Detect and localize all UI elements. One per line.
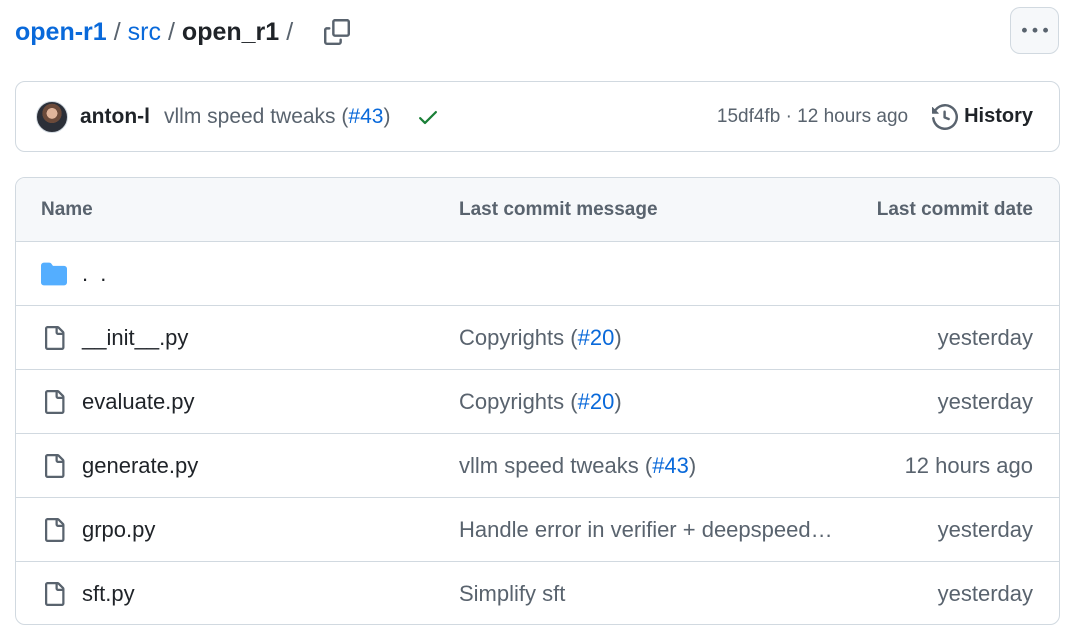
file-commit-message[interactable]: vllm speed tweaks (#43) [459,453,696,479]
breadcrumb-current: open_r1 [181,17,280,46]
file-commit-message[interactable]: Copyrights (#20) [459,325,622,351]
column-header-message: Last commit message [459,198,658,220]
history-icon [932,103,959,130]
table-row[interactable]: grpo.py Handle error in verifier + deeps… [16,498,1059,562]
folder-icon [41,261,67,287]
file-icon [41,389,67,415]
file-commit-date: yesterday [937,324,1033,350]
breadcrumb: open-r1 / src / open_r1 / [15,12,354,52]
column-header-date: Last commit date [876,198,1033,220]
commit-message-suffix: ) [383,104,391,128]
latest-commit-bar: anton-l vllm speed tweaks (#43) 15df4fb … [15,81,1060,152]
file-commit-pr-link[interactable]: #43 [652,453,689,478]
commit-sha-link[interactable]: 15df4fb [717,106,780,127]
meta-separator: · [785,105,792,127]
commit-author-link[interactable]: anton-l [80,105,150,129]
breadcrumb-repo-link[interactable]: open-r1 [15,18,107,47]
file-commit-suffix: ) [688,452,697,478]
file-commit-message[interactable]: Handle error in verifier + deepspeed… [459,517,833,543]
parent-directory-row[interactable]: . . [16,242,1059,306]
file-commit-text: Handle error in verifier + deepspeed… [459,516,833,542]
file-icon [41,517,67,543]
file-icon [41,325,67,351]
table-row[interactable]: evaluate.py Copyrights (#20) yesterday [16,370,1059,434]
file-commit-message[interactable]: Copyrights (#20) [459,389,622,415]
file-commit-date: yesterday [937,516,1033,542]
history-label: History [964,105,1033,127]
file-commit-date: yesterday [937,388,1033,414]
more-options-button[interactable] [1010,7,1059,54]
file-commit-text: Copyrights ( [459,324,578,350]
file-commit-date: yesterday [937,581,1033,606]
breadcrumb-src-link[interactable]: src [128,18,161,47]
file-commit-text: Simplify sft [459,581,566,606]
file-commit-suffix: ) [614,388,622,414]
file-table: Name Last commit message Last commit dat… [15,177,1060,625]
table-header: Name Last commit message Last commit dat… [16,178,1059,242]
kebab-horizontal-icon [1021,27,1048,33]
commit-message[interactable]: vllm speed tweaks (#43) [164,105,390,129]
column-header-name: Name [41,198,93,220]
file-name-link[interactable]: evaluate.py [82,389,195,415]
file-commit-message[interactable]: Simplify sft [459,581,565,607]
copy-icon [324,19,351,45]
file-name-link[interactable]: __init__.py [82,325,188,351]
parent-directory-link[interactable]: . . [82,261,109,287]
file-name-link[interactable]: generate.py [82,453,198,479]
file-commit-pr-link[interactable]: #20 [578,325,615,350]
table-row[interactable]: generate.py vllm speed tweaks (#43) 12 h… [16,434,1059,498]
status-check[interactable] [416,105,440,129]
commit-time: 12 hours ago [797,105,909,127]
file-commit-suffix: ) [614,324,622,350]
history-button[interactable]: History [932,103,1033,130]
file-icon [41,453,67,479]
commit-sha-time: 15df4fb · 12 hours ago [717,106,908,128]
file-name-link[interactable]: grpo.py [82,517,155,543]
breadcrumb-separator: / [167,17,175,46]
copy-path-button[interactable] [320,15,354,49]
table-row[interactable]: __init__.py Copyrights (#20) yesterday [16,306,1059,370]
commit-pr-link[interactable]: #43 [348,105,383,128]
check-icon [419,110,438,124]
file-icon [41,581,67,607]
avatar[interactable] [36,100,68,133]
file-name-link[interactable]: sft.py [82,581,135,607]
file-commit-pr-link[interactable]: #20 [578,389,615,414]
breadcrumb-separator: / [113,17,121,46]
file-commit-date: 12 hours ago [904,452,1033,478]
file-commit-text: Copyrights ( [459,388,578,414]
table-row[interactable]: sft.py Simplify sft yesterday [16,562,1059,624]
breadcrumb-separator: / [286,17,294,46]
file-commit-text: vllm speed tweaks ( [459,452,653,478]
commit-message-text: vllm speed tweaks ( [163,104,349,128]
